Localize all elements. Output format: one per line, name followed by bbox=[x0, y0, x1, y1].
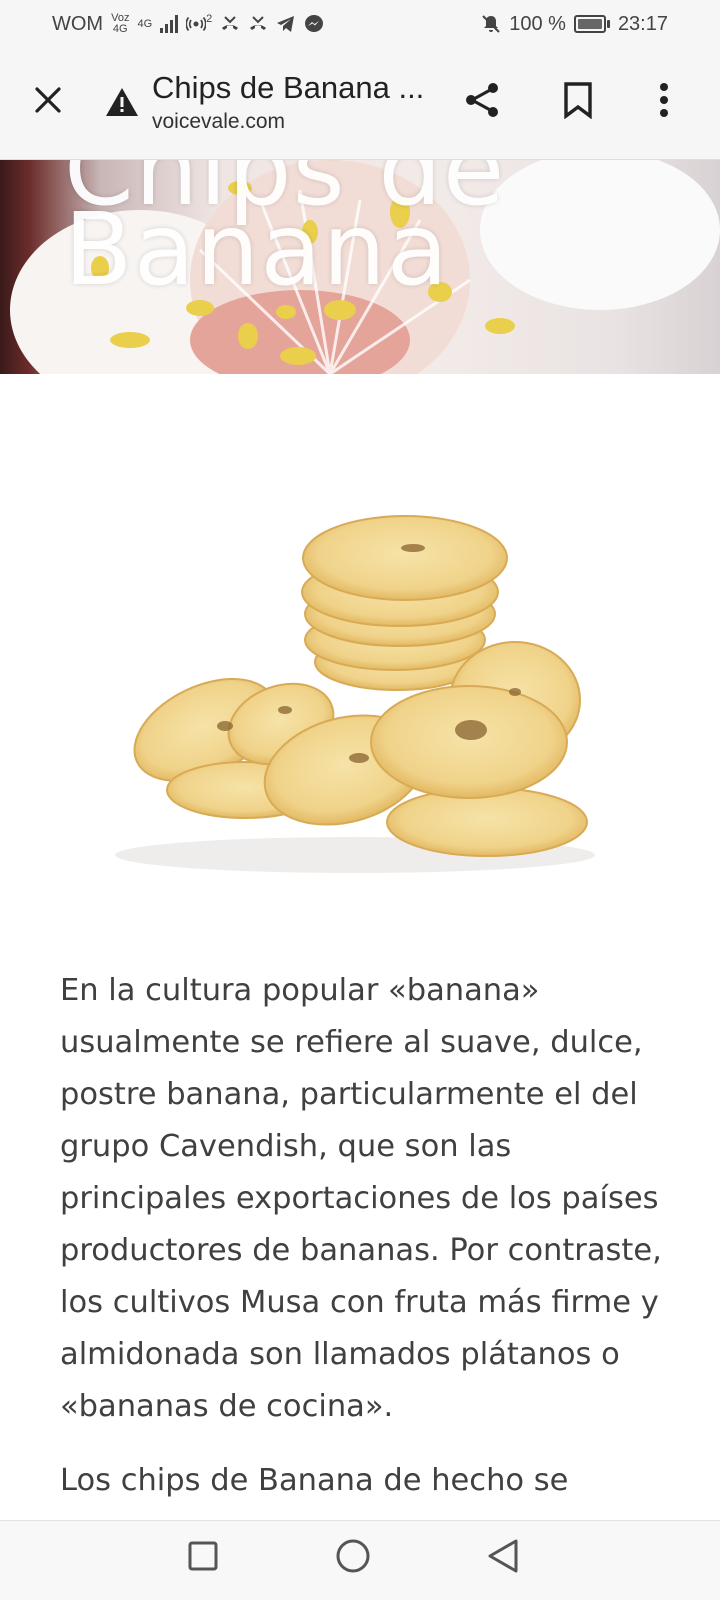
warning-icon bbox=[106, 88, 138, 116]
status-bar: WOM Voz 4G 4G 2 100 % 23:17 bbox=[0, 0, 720, 48]
volte-indicator: Voz 4G bbox=[111, 13, 129, 35]
share-icon bbox=[466, 83, 498, 117]
close-button[interactable] bbox=[24, 76, 72, 124]
hotspot-icon bbox=[186, 16, 207, 32]
article-paragraph-2: Los chips de Banana de hecho se bbox=[60, 1463, 569, 1498]
battery-percent: 100 % bbox=[509, 12, 566, 35]
page-domain: voicevale.com bbox=[152, 110, 286, 133]
bookmark-icon bbox=[564, 82, 592, 119]
messenger-icon bbox=[305, 15, 324, 32]
more-vert-icon bbox=[660, 83, 668, 117]
carrier-label: WOM bbox=[52, 12, 104, 35]
bell-muted-icon bbox=[482, 15, 500, 33]
banana-chips-image bbox=[115, 515, 595, 873]
status-left: WOM Voz 4G 4G 2 bbox=[52, 13, 324, 36]
home-button[interactable] bbox=[330, 1533, 376, 1579]
back-button[interactable] bbox=[480, 1533, 526, 1579]
telegram-icon bbox=[277, 16, 295, 32]
article-paragraph-1: En la cultura popular «banana» usualment… bbox=[60, 973, 662, 1424]
volte-bottom-label: 4G bbox=[112, 23, 128, 35]
network-type-label: 4G bbox=[137, 17, 153, 30]
hotspot-count: 2 bbox=[206, 12, 213, 25]
back-triangle-icon bbox=[488, 1539, 518, 1573]
missed-call-icon bbox=[222, 16, 239, 30]
battery-icon bbox=[573, 15, 610, 33]
hero-title-line2: Banana bbox=[64, 191, 450, 308]
title-block[interactable]: Chips de Banana ... voicevale.com bbox=[152, 68, 422, 136]
more-options-button[interactable] bbox=[640, 76, 688, 124]
signal-bars-icon bbox=[160, 15, 179, 33]
close-icon bbox=[35, 87, 61, 113]
custom-tab-toolbar: Chips de Banana ... voicevale.com bbox=[0, 48, 720, 160]
share-button[interactable] bbox=[458, 76, 506, 124]
system-navigation-bar bbox=[0, 1520, 720, 1600]
recents-button[interactable] bbox=[180, 1533, 226, 1579]
missed-call-icon bbox=[250, 16, 267, 30]
recents-square-icon bbox=[188, 1541, 218, 1571]
hero-banner: Chips de Banana bbox=[0, 160, 720, 374]
home-circle-icon bbox=[336, 1539, 370, 1573]
bookmark-button[interactable] bbox=[554, 76, 602, 124]
clock: 23:17 bbox=[617, 12, 668, 35]
status-right: 100 % 23:17 bbox=[481, 13, 668, 36]
page-title: Chips de Banana ... bbox=[152, 70, 422, 105]
security-warning-button[interactable] bbox=[102, 82, 142, 122]
